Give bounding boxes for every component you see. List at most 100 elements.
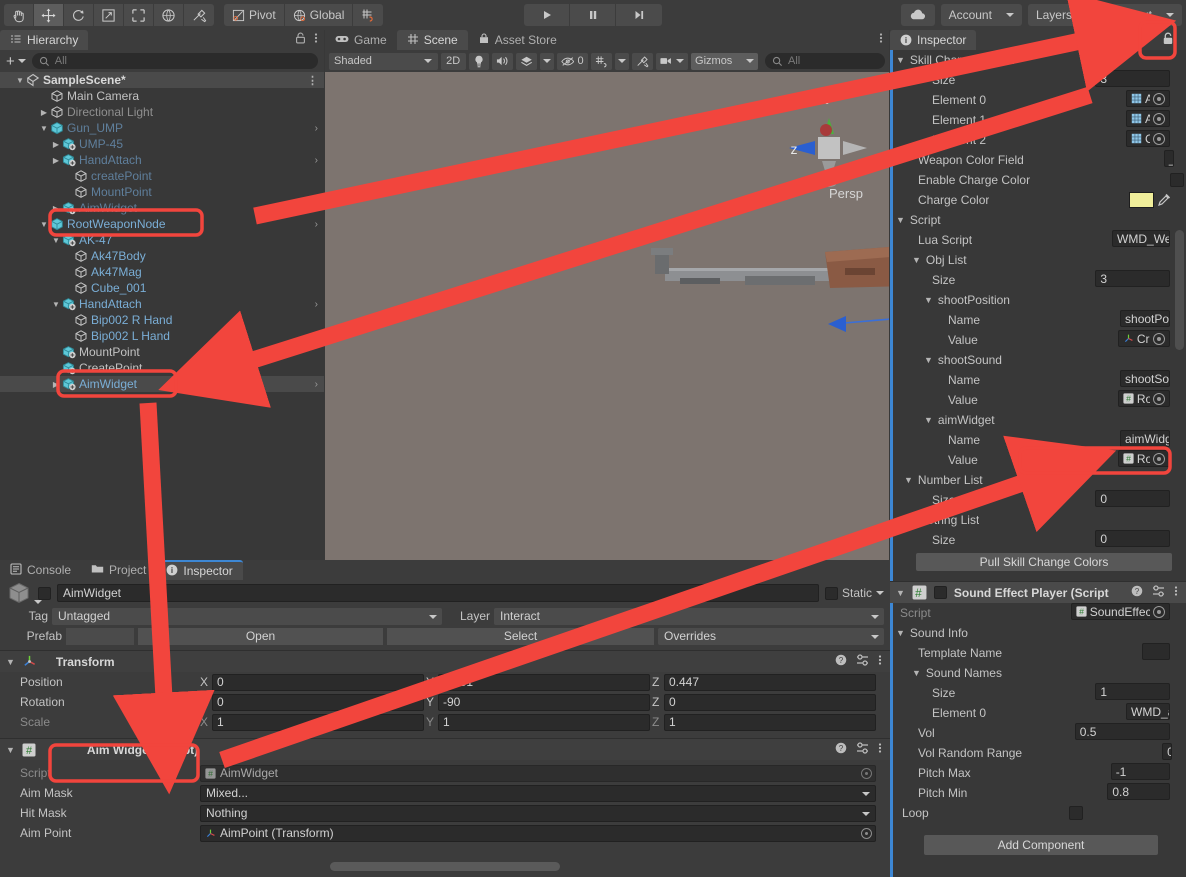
row-object-field[interactable]: # SoundEffectPlayer — [1070, 603, 1170, 620]
toggle-lighting-button[interactable] — [468, 52, 489, 70]
fx-dropdown[interactable] — [539, 52, 554, 70]
expand-triangle-icon[interactable]: ▶ — [50, 204, 62, 213]
static-checkbox[interactable] — [824, 586, 838, 600]
collapse-triangle-icon[interactable]: ▼ — [912, 255, 921, 265]
collapse-triangle-icon[interactable]: ▼ — [924, 295, 933, 305]
step-button[interactable] — [616, 4, 662, 26]
kebab-menu-icon[interactable] — [878, 742, 882, 757]
tag-dropdown[interactable]: Untagged — [52, 607, 442, 625]
grid-visibility-button[interactable] — [590, 52, 612, 70]
move-tool-button[interactable] — [34, 4, 64, 26]
tab-inspector[interactable]: i Inspector — [890, 30, 977, 50]
row-value-field[interactable]: 0.5 — [1074, 723, 1170, 740]
preset-icon[interactable] — [856, 654, 869, 669]
transform-tool-button[interactable] — [154, 4, 184, 26]
gameobject-active-checkbox[interactable] — [38, 586, 51, 600]
hierarchy-item-gun-ump[interactable]: ▼ Gun_UMP › — [0, 120, 324, 136]
layout-dropdown[interactable]: Layout — [1107, 4, 1182, 26]
hierarchy-item-ak47body[interactable]: Ak47Body — [0, 248, 324, 264]
row-value-field[interactable]: 0 — [1095, 530, 1170, 547]
tab-game[interactable]: Game — [325, 30, 397, 50]
shading-mode-dropdown[interactable]: Shaded — [329, 52, 438, 70]
aim-widget-script-field[interactable]: # AimWidget — [200, 764, 876, 782]
transform-z-field[interactable]: 0 — [664, 693, 876, 711]
object-picker-icon[interactable] — [1153, 452, 1165, 465]
sound-effect-player-header[interactable]: ▼ # Sound Effect Player (Script? — [890, 581, 1186, 603]
row-value-field[interactable]: -1 — [1110, 763, 1170, 780]
toggle-audio-button[interactable] — [491, 52, 513, 70]
scene-orientation-gizmo[interactable]: y z Persp — [770, 86, 888, 204]
scene-search-input[interactable]: All — [765, 53, 885, 69]
prefab-select-button[interactable]: Select — [387, 627, 654, 645]
collapse-triangle-icon[interactable]: ▼ — [912, 668, 921, 678]
collapse-triangle-icon[interactable]: ▼ — [896, 628, 905, 638]
static-toggle[interactable]: Static — [824, 586, 884, 600]
eyedropper-icon[interactable] — [1156, 192, 1172, 208]
collapse-triangle-icon[interactable]: ▼ — [912, 515, 921, 525]
expand-triangle-icon[interactable]: ▶ — [50, 140, 62, 149]
collapse-triangle-icon[interactable]: ▼ — [904, 475, 913, 485]
row-checkbox[interactable] — [1170, 173, 1185, 187]
chevron-right-icon[interactable]: › — [315, 155, 318, 166]
kebab-menu-icon[interactable] — [879, 32, 883, 47]
hierarchy-item-cube-001[interactable]: Cube_001 — [0, 280, 324, 296]
kebab-menu-icon[interactable] — [1174, 585, 1178, 600]
transform-y-field[interactable]: 1 — [438, 713, 650, 731]
collapse-triangle-icon[interactable]: ▼ — [6, 657, 15, 667]
prefab-overrides-dropdown[interactable]: Overrides — [658, 627, 884, 645]
hierarchy-item-bip002-l-hand[interactable]: Bip002 L Hand — [0, 328, 324, 344]
object-picker-icon[interactable] — [1153, 605, 1165, 618]
row-value-field[interactable]: WMD_akshot — [1126, 703, 1170, 720]
lock-icon[interactable] — [1162, 32, 1174, 48]
prefab-open-button[interactable]: Open — [138, 627, 383, 645]
hierarchy-item-ak47mag[interactable]: Ak47Mag — [0, 264, 324, 280]
transform-y-field[interactable]: 0.051 — [438, 673, 650, 691]
camera-settings-button[interactable] — [655, 52, 689, 70]
add-component-button[interactable]: Add Component — [924, 835, 1158, 855]
help-icon[interactable]: ? — [835, 742, 847, 757]
hierarchy-item-aimwidget[interactable]: ▶ AimWidget › — [0, 376, 324, 392]
object-picker-icon[interactable] — [1153, 92, 1165, 105]
transform-component-header[interactable]: ▼ Transform ? — [0, 650, 890, 672]
hierarchy-item-createpoint[interactable]: createPoint — [0, 168, 324, 184]
hierarchy-item-handattach[interactable]: ▼ HandAttach › — [0, 296, 324, 312]
row-value-field[interactable]: WMD_WeaponFlyObjXV — [1112, 230, 1170, 247]
hierarchy-item-handattach[interactable]: ▶ HandAttach › — [0, 152, 324, 168]
grid-dropdown[interactable] — [614, 52, 629, 70]
hierarchy-tree[interactable]: ▼ SampleScene* ⋮ Main Camera ▶ Directional Li… — [0, 72, 324, 558]
component-enabled-checkbox[interactable] — [933, 586, 947, 599]
preset-icon[interactable] — [856, 742, 869, 757]
object-picker-icon[interactable] — [1153, 332, 1165, 345]
expand-triangle-icon[interactable]: ▶ — [38, 108, 50, 117]
play-button[interactable] — [524, 4, 570, 26]
collapse-triangle-icon[interactable]: ▼ — [6, 745, 15, 755]
rect-tool-button[interactable] — [124, 4, 154, 26]
row-value-field[interactable]: 3 — [1095, 70, 1170, 87]
row-value-field[interactable]: _EmissionColor — [1163, 150, 1174, 167]
chevron-down-icon[interactable] — [34, 600, 42, 604]
tab-console[interactable]: Console — [0, 560, 82, 580]
row-value-field[interactable]: 1 — [1095, 683, 1170, 700]
collapse-triangle-icon[interactable]: ▼ — [50, 236, 62, 245]
expand-triangle-icon[interactable]: ▶ — [50, 380, 62, 389]
right-inspector-scrollbar[interactable] — [1175, 230, 1184, 350]
row-object-field[interactable]: Ak47Mag (Mesh R — [1126, 110, 1170, 127]
tab-scene[interactable]: Scene — [396, 30, 468, 50]
row-object-field[interactable]: Ak47Body (Mesh R — [1126, 90, 1170, 107]
object-picker-icon[interactable] — [1153, 392, 1165, 405]
collapse-triangle-icon[interactable]: ▼ — [896, 55, 905, 65]
toggle-fx-button[interactable] — [515, 52, 537, 70]
row-value-field[interactable] — [1142, 643, 1170, 660]
tab-project[interactable]: Project — [81, 560, 157, 580]
hierarchy-item-mountpoint[interactable]: MountPoint — [0, 344, 324, 360]
row-value-field[interactable]: shootPosition — [1120, 310, 1170, 327]
transform-x-field[interactable]: 1 — [212, 713, 424, 731]
horizontal-scrollbar[interactable] — [330, 862, 560, 871]
pull-skill-change-colors-button[interactable]: Pull Skill Change Colors — [916, 553, 1172, 571]
hidden-objects-toggle[interactable]: 0 — [556, 52, 588, 70]
chevron-down-icon[interactable] — [876, 591, 884, 595]
scene-viewport[interactable]: y z Persp — [325, 72, 889, 580]
transform-z-field[interactable]: 0.447 — [664, 673, 876, 691]
tab-hierarchy[interactable]: Hierarchy — [0, 30, 89, 50]
add-gameobject-button[interactable]: + — [6, 54, 26, 69]
